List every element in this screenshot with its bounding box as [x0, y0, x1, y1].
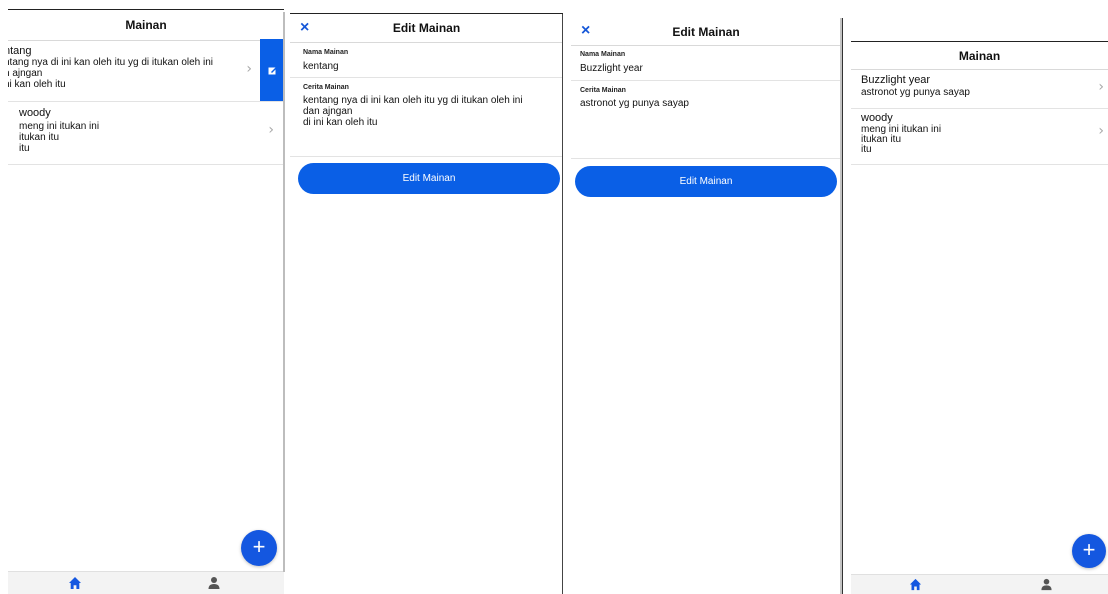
item-story-line: ntang nya di ini kan oleh itu yg di ituk… — [8, 57, 214, 68]
page-title-bar: × Edit Mainan — [290, 14, 563, 43]
panel-divider — [283, 12, 285, 572]
tab-bar — [851, 574, 1108, 594]
panel-divider — [842, 18, 843, 594]
edit-mainan-button[interactable]: Edit Mainan — [575, 166, 837, 197]
page-title-bar: × Edit Mainan — [571, 18, 841, 46]
name-field-label: Nama Mainan — [303, 49, 349, 56]
chevron-right-icon: › — [1098, 79, 1104, 95]
home-icon[interactable] — [909, 578, 922, 591]
edit-screen-1: × Edit Mainan Nama Mainan kentang Cerita… — [290, 13, 563, 594]
list-item[interactable]: woody meng ini itukan ini itukan itu itu… — [851, 109, 1108, 165]
list-item[interactable]: ntang ntang nya di ini kan oleh itu yg d… — [8, 39, 284, 102]
edit-icon — [268, 67, 277, 75]
add-button[interactable]: + — [241, 530, 277, 566]
page-title: Edit Mainan — [672, 24, 740, 39]
list-screen-1: Mainan ntang ntang nya di ini kan oleh i… — [8, 9, 284, 594]
story-field-label: Cerita Mainan — [580, 87, 626, 94]
list-item[interactable]: woody meng ini itukan ini itukan itu itu… — [8, 102, 284, 165]
item-story-line: ni kan oleh itu — [8, 79, 66, 90]
story-field-label: Cerita Mainan — [303, 84, 349, 91]
person-icon[interactable] — [1040, 578, 1053, 591]
home-icon[interactable] — [68, 576, 82, 590]
story-field[interactable]: astronot yg punya sayap — [580, 98, 689, 109]
chevron-right-icon: › — [268, 122, 274, 138]
story-field[interactable]: kentang nya di ini kan oleh itu yg di it… — [303, 95, 558, 128]
item-name: ntang — [8, 45, 32, 57]
tab-bar — [8, 571, 284, 594]
item-name: woody — [861, 112, 893, 124]
item-name: woody — [19, 107, 51, 119]
edit-mainan-button[interactable]: Edit Mainan — [298, 163, 560, 194]
item-story-line: astronot yg punya sayap — [861, 87, 970, 98]
item-story-line: itukan itu — [861, 134, 902, 145]
page-title: Mainan — [958, 48, 1001, 63]
edit-screen-2: × Edit Mainan Nama Mainan Buzzlight year… — [571, 18, 841, 594]
item-story-line: itukan itu — [19, 132, 60, 143]
chevron-right-icon: › — [246, 61, 252, 77]
name-field[interactable]: Buzzlight year — [580, 63, 643, 74]
name-field[interactable]: kentang — [303, 61, 339, 72]
list-screen-2: Mainan Buzzlight year astronot yg punya … — [851, 41, 1108, 594]
item-story-line: itu — [861, 144, 872, 155]
person-icon[interactable] — [207, 576, 221, 590]
item-name: Buzzlight year — [861, 74, 931, 86]
name-field-label: Nama Mainan — [580, 51, 626, 58]
chevron-right-icon: › — [1098, 123, 1104, 139]
item-story-line: itu — [19, 143, 30, 154]
add-button[interactable]: + — [1072, 534, 1106, 568]
item-story-line: n ajngan — [8, 68, 43, 79]
list-item[interactable]: Buzzlight year astronot yg punya sayap › — [851, 69, 1108, 109]
page-title-bar: Mainan — [851, 42, 1108, 70]
close-icon[interactable]: × — [581, 23, 590, 39]
item-story-line: meng ini itukan ini — [19, 121, 100, 132]
close-icon[interactable]: × — [300, 20, 309, 36]
page-title: Mainan — [125, 18, 167, 32]
page-title: Edit Mainan — [392, 21, 461, 35]
page-title-bar: Mainan — [8, 10, 284, 41]
panel-divider — [562, 14, 563, 594]
edit-swipe-button[interactable] — [260, 39, 284, 101]
